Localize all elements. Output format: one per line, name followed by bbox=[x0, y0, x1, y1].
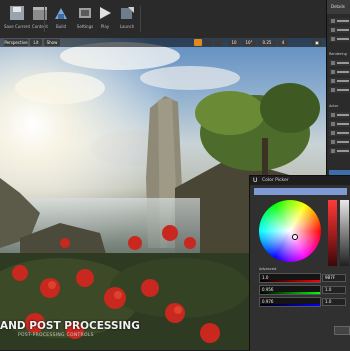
editor-toolbar: Save Current Content Build Settings Play… bbox=[0, 0, 326, 39]
details-row[interactable] bbox=[329, 121, 350, 127]
color-field-b[interactable]: 0.976 bbox=[259, 297, 321, 307]
viewport-show-button[interactable]: Show bbox=[44, 39, 60, 46]
save-icon bbox=[10, 6, 24, 20]
scale-mode-button[interactable] bbox=[214, 39, 222, 46]
video-caption-title: AND POST PROCESSING bbox=[0, 320, 140, 332]
current-color-bar bbox=[254, 188, 347, 195]
details-row[interactable] bbox=[329, 78, 350, 84]
hex-field[interactable]: 1.0 bbox=[322, 298, 346, 306]
color-picker-window: U Color Picker Advanced 1.0 9B7F 0.956 1… bbox=[249, 175, 350, 351]
launch-icon bbox=[121, 7, 134, 19]
advanced-label[interactable]: Advanced bbox=[259, 267, 276, 271]
scale-snap-value[interactable]: 0.25 bbox=[258, 39, 276, 46]
color-picker-titlebar[interactable]: U Color Picker bbox=[250, 176, 350, 185]
value-slider[interactable] bbox=[340, 200, 349, 266]
details-row[interactable] bbox=[329, 87, 350, 93]
details-row[interactable] bbox=[329, 36, 350, 42]
toolbar-separator bbox=[140, 6, 141, 32]
viewport-lit-button[interactable]: Lit bbox=[30, 39, 42, 46]
saturation-slider[interactable] bbox=[328, 200, 337, 266]
translate-mode-button[interactable] bbox=[194, 39, 202, 46]
video-caption-subtitle: POST-PROCESSING CONTROLS bbox=[18, 333, 94, 338]
angle-snap-value[interactable]: 10° bbox=[242, 39, 256, 46]
hex-field[interactable]: 1.0 bbox=[322, 286, 346, 294]
launch-button[interactable]: Launch bbox=[112, 2, 142, 36]
viewport-toolbar: Perspective Lit Show 10 10° 0.25 4 ▣ bbox=[0, 38, 326, 47]
unreal-logo-icon: U bbox=[253, 177, 258, 184]
rotate-mode-button[interactable] bbox=[204, 39, 212, 46]
hex-field[interactable]: 9B7F bbox=[322, 274, 346, 282]
details-header: Details bbox=[327, 0, 350, 14]
details-row[interactable] bbox=[329, 139, 350, 145]
details-row[interactable] bbox=[329, 60, 350, 66]
details-panel: Details Rendering Actor bbox=[326, 0, 350, 175]
grid-snap-value[interactable]: 10 bbox=[228, 39, 240, 46]
ok-button[interactable] bbox=[334, 326, 350, 335]
build-icon bbox=[55, 8, 67, 19]
details-row[interactable] bbox=[329, 148, 350, 154]
color-wheel-cursor[interactable] bbox=[292, 234, 298, 240]
details-row[interactable] bbox=[329, 27, 350, 33]
maximize-viewport-icon[interactable]: ▣ bbox=[312, 39, 322, 46]
viewport-perspective-button[interactable]: Perspective bbox=[4, 39, 28, 46]
details-row[interactable] bbox=[329, 130, 350, 136]
details-row[interactable] bbox=[329, 69, 350, 75]
camera-speed-value[interactable]: 4 bbox=[278, 39, 288, 46]
color-wheel[interactable] bbox=[259, 200, 321, 262]
details-row[interactable] bbox=[329, 18, 350, 24]
actor-section-header[interactable]: Actor bbox=[329, 104, 338, 109]
color-field-r[interactable]: 1.0 bbox=[259, 273, 321, 283]
color-field-g[interactable]: 0.956 bbox=[259, 285, 321, 295]
rendering-section-header[interactable]: Rendering bbox=[329, 52, 347, 57]
details-row[interactable] bbox=[329, 112, 350, 118]
toolbar-separator bbox=[44, 6, 45, 32]
